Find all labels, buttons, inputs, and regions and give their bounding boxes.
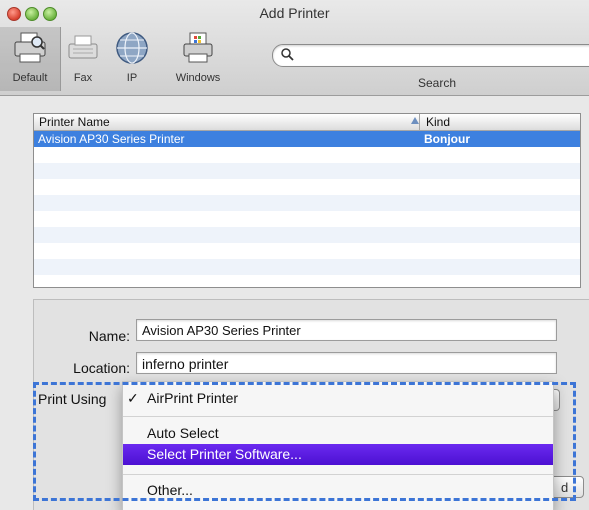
- menu-item-other[interactable]: Other...: [123, 480, 553, 501]
- search-input[interactable]: [299, 47, 589, 65]
- menu-separator: [123, 416, 553, 417]
- search-icon: [281, 48, 294, 61]
- title-bar: Add Printer Default Fax IP Windows Searc…: [0, 0, 589, 96]
- toolbar-default-label: Default: [12, 72, 48, 84]
- menu-item-label: AirPrint Printer: [147, 390, 239, 406]
- toolbar-windows-button[interactable]: Windows: [160, 30, 236, 90]
- column-divider: [419, 114, 420, 130]
- print-using-label: Print Using: [38, 391, 107, 407]
- printer-row[interactable]: Avision AP30 Series Printer Bonjour: [34, 131, 580, 147]
- sort-ascending-icon: [411, 117, 419, 124]
- menu-item-select-printer-software[interactable]: Select Printer Software...: [123, 444, 553, 465]
- windows-printer-icon: [183, 32, 213, 63]
- menu-item-airprint-printer[interactable]: ✓ AirPrint Printer: [123, 388, 553, 409]
- column-header-kind[interactable]: Kind: [426, 115, 450, 129]
- add-button-label: d: [561, 480, 569, 495]
- default-printer-icon: [14, 32, 46, 63]
- fax-icon: [68, 35, 98, 59]
- empty-row: [34, 227, 580, 243]
- window-title: Add Printer: [259, 5, 330, 21]
- printer-name-cell: Avision AP30 Series Printer: [38, 132, 185, 146]
- printer-list[interactable]: Printer Name Kind Avision AP30 Series Pr…: [33, 113, 581, 288]
- toolbar-fax-button[interactable]: Fax: [60, 30, 106, 90]
- printer-list-header: Printer Name Kind: [34, 114, 580, 131]
- menu-separator: [123, 474, 553, 475]
- location-field[interactable]: inferno printer: [136, 352, 557, 374]
- empty-row: [34, 195, 580, 211]
- empty-row: [34, 259, 580, 275]
- name-label: Name:: [88, 328, 130, 344]
- ip-globe-icon: [116, 32, 148, 64]
- search-label: Search: [418, 76, 457, 90]
- column-header-printer-name[interactable]: Printer Name: [39, 115, 110, 129]
- menu-item-label: Select Printer Software...: [147, 446, 302, 462]
- toolbar-fax-label: Fax: [73, 72, 93, 84]
- menu-item-label: Auto Select: [147, 425, 219, 441]
- search-field[interactable]: [272, 44, 589, 67]
- toolbar-default-button[interactable]: Default: [0, 27, 61, 91]
- printer-kind-cell: Bonjour: [424, 132, 470, 146]
- toolbar-windows-label: Windows: [175, 72, 221, 84]
- print-using-menu[interactable]: ✓ AirPrint Printer Auto Select Select Pr…: [122, 381, 554, 510]
- empty-row: [34, 163, 580, 179]
- menu-item-auto-select[interactable]: Auto Select: [123, 423, 553, 444]
- name-field[interactable]: Avision AP30 Series Printer: [136, 319, 557, 341]
- checkmark-icon: ✓: [127, 390, 139, 406]
- menu-item-label: Other...: [147, 482, 193, 498]
- add-printer-window: Add Printer Default Fax IP Windows Searc…: [0, 0, 589, 510]
- toolbar-ip-label: IP: [126, 72, 138, 84]
- location-label: Location:: [73, 360, 130, 376]
- toolbar-ip-button[interactable]: IP: [110, 30, 154, 90]
